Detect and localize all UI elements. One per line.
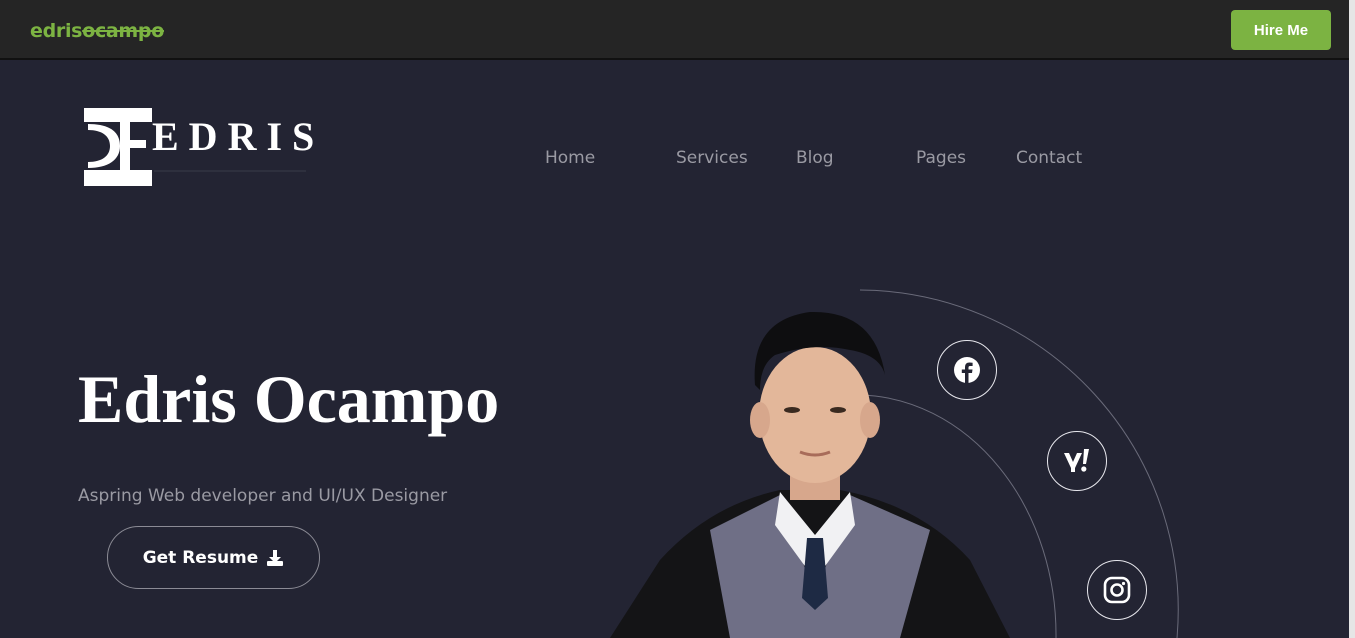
yahoo-icon <box>1064 449 1089 472</box>
facebook-link[interactable] <box>937 340 997 400</box>
facebook-icon <box>954 357 980 383</box>
profile-photo <box>600 280 1020 638</box>
yahoo-link[interactable] <box>1047 431 1107 491</box>
instagram-icon <box>1103 576 1131 604</box>
instagram-link[interactable] <box>1087 560 1147 620</box>
